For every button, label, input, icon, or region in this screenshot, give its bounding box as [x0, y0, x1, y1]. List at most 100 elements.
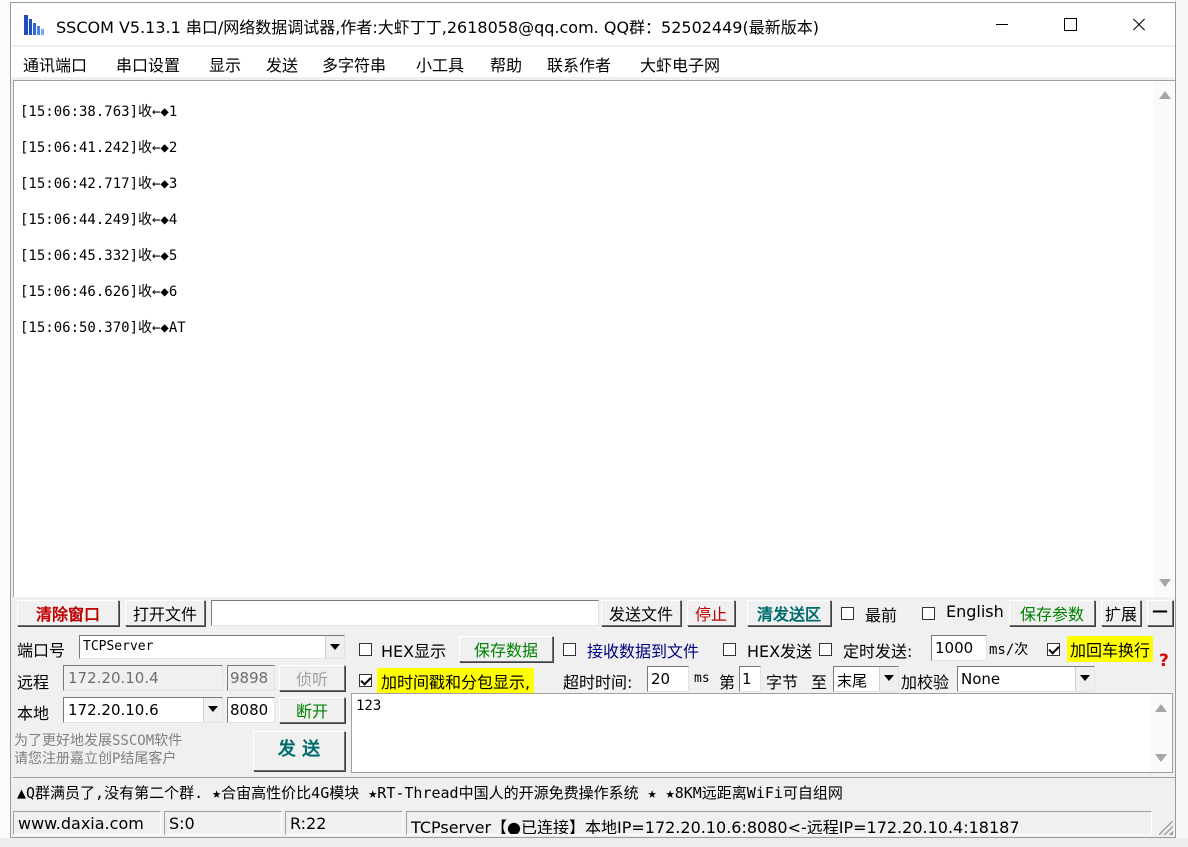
- menu-multi-string[interactable]: 多字符串: [322, 52, 386, 76]
- collapse-button[interactable]: —: [1147, 600, 1173, 626]
- desktop-background-right: [1175, 0, 1188, 847]
- remote-label: 远程: [17, 673, 50, 692]
- clear-send-button[interactable]: 清发送区: [747, 600, 831, 626]
- byte-index-input[interactable]: 1: [739, 666, 761, 692]
- hex-send-checkbox[interactable]: [723, 643, 736, 656]
- send-file-button[interactable]: 发送文件: [601, 600, 681, 626]
- port-select[interactable]: TCPServer: [79, 635, 345, 659]
- receive-line: [15:06:38.763]收←◆1: [20, 104, 178, 120]
- chevron-down-icon[interactable]: [203, 698, 222, 722]
- remote-port-input[interactable]: 9898: [227, 665, 275, 691]
- receive-area[interactable]: [15:06:38.763]收←◆1 [15:06:41.242]收←◆2 [1…: [13, 80, 1175, 597]
- menu-tools[interactable]: 小工具: [416, 52, 464, 76]
- local-ip-value: 172.20.10.6: [68, 701, 159, 719]
- local-label: 本地: [17, 704, 50, 723]
- help-icon[interactable]: ?: [1159, 651, 1169, 671]
- topmost-label: 最前: [865, 606, 898, 625]
- menu-daxia-site[interactable]: 大虾电子网: [640, 52, 720, 76]
- ticker-bar[interactable]: ▲Q群满员了,没有第二个群. ★合宙高性价比4G模块 ★RT-Thread中国人…: [13, 777, 1175, 806]
- status-connection: TCPserver【●已连接】本地IP=172.20.10.6:8080<-远程…: [406, 811, 1152, 835]
- desktop-background-left: [0, 0, 10, 847]
- menu-send[interactable]: 发送: [266, 52, 298, 76]
- send-scrollbar[interactable]: [1150, 694, 1172, 772]
- chevron-down-icon[interactable]: [1075, 667, 1094, 691]
- resize-grip-icon[interactable]: [1159, 821, 1173, 835]
- promo-text[interactable]: 为了更好地发展SSCOM软件 请您注册嘉立创P结尾客户: [14, 732, 182, 768]
- chevron-down-icon[interactable]: [879, 667, 898, 691]
- close-button[interactable]: [1115, 3, 1161, 45]
- menu-display[interactable]: 显示: [209, 52, 241, 76]
- menu-comm-port[interactable]: 通讯端口: [23, 52, 87, 76]
- topmost-checkbox[interactable]: [841, 607, 854, 620]
- chevron-down-icon[interactable]: [325, 636, 344, 658]
- menu-contact-author[interactable]: 联系作者: [547, 52, 611, 76]
- send-button[interactable]: 发 送: [253, 731, 345, 771]
- save-params-button[interactable]: 保存参数: [1009, 600, 1095, 626]
- recv-to-file-checkbox[interactable]: [563, 643, 576, 656]
- timeout-input[interactable]: 20: [647, 666, 689, 692]
- disconnect-button[interactable]: 断开: [279, 697, 345, 723]
- listen-button[interactable]: 侦听: [279, 665, 345, 691]
- hex-display-label: HEX显示: [381, 642, 447, 661]
- end-select[interactable]: 末尾: [833, 666, 899, 692]
- checksum-label: 加校验: [901, 673, 950, 692]
- english-checkbox[interactable]: [922, 607, 935, 620]
- title-bar[interactable]: SSCOM V5.13.1 串口/网络数据调试器,作者:大虾丁丁,2618058…: [11, 3, 1175, 45]
- maximize-button[interactable]: [1047, 3, 1093, 45]
- receive-line: [15:06:42.717]收←◆3: [20, 176, 178, 192]
- save-data-button[interactable]: 保存数据: [459, 636, 553, 662]
- hex-send-label: HEX发送: [747, 642, 813, 661]
- receive-line: [15:06:41.242]收←◆2: [20, 140, 178, 156]
- checksum-select[interactable]: None: [957, 666, 1095, 692]
- recv-to-file-label[interactable]: 接收数据到文件: [587, 638, 699, 662]
- status-website[interactable]: www.daxia.com: [13, 811, 161, 835]
- port-label: 端口号: [17, 641, 66, 660]
- status-bar: www.daxia.com S:0 R:22 TCPserver【●已连接】本地…: [11, 809, 1175, 837]
- local-ip-select[interactable]: 172.20.10.6: [63, 697, 223, 723]
- end-select-value: 末尾: [837, 672, 868, 690]
- clear-window-button[interactable]: 清除窗口: [17, 600, 119, 626]
- stop-button[interactable]: 停止: [687, 600, 735, 626]
- receive-scrollbar[interactable]: [1154, 81, 1175, 597]
- timeout-unit-label: ms: [694, 671, 710, 686]
- timeout-label: 超时时间:: [563, 673, 633, 692]
- byte-prefix-label: 第: [719, 673, 736, 692]
- receive-line: [15:06:50.370]收←◆AT: [20, 320, 186, 336]
- byte-label: 字节: [766, 673, 799, 692]
- sscom-window: SSCOM V5.13.1 串口/网络数据调试器,作者:大虾丁丁,2618058…: [10, 2, 1176, 838]
- status-received-count: R:22: [285, 811, 403, 835]
- checksum-select-value: None: [961, 670, 1001, 688]
- receive-line: [15:06:44.249]收←◆4: [20, 212, 178, 228]
- open-file-button[interactable]: 打开文件: [125, 600, 205, 626]
- scroll-down-arrow-icon[interactable]: [1159, 579, 1171, 587]
- desktop-background-bottom: [0, 838, 1188, 847]
- interval-unit-label: ms/次: [989, 642, 1029, 658]
- english-label: English: [946, 602, 1004, 621]
- menu-help[interactable]: 帮助: [490, 52, 522, 76]
- send-textarea[interactable]: 123: [351, 693, 1173, 773]
- remote-ip-input[interactable]: 172.20.10.4: [63, 665, 223, 691]
- minimize-button[interactable]: [979, 3, 1025, 45]
- interval-input[interactable]: 1000: [931, 635, 987, 661]
- local-port-input[interactable]: 8080: [227, 697, 275, 723]
- file-path-input[interactable]: [211, 600, 599, 626]
- port-select-value: TCPServer: [83, 639, 154, 654]
- menu-bar: 通讯端口 串口设置 显示 发送 多字符串 小工具 帮助 联系作者 大虾电子网: [11, 47, 1175, 77]
- hex-display-checkbox[interactable]: [359, 643, 372, 656]
- timestamp-label: 加时间戳和分包显示,: [377, 668, 535, 694]
- receive-line: [15:06:45.332]收←◆5: [20, 248, 178, 264]
- promo-line-1: 为了更好地发展SSCOM软件: [14, 733, 183, 749]
- add-crlf-checkbox[interactable]: [1047, 643, 1060, 656]
- menu-serial-settings[interactable]: 串口设置: [116, 52, 180, 76]
- timed-send-checkbox[interactable]: [819, 643, 832, 656]
- status-sent-count: S:0: [164, 811, 282, 835]
- window-title: SSCOM V5.13.1 串口/网络数据调试器,作者:大虾丁丁,2618058…: [56, 18, 819, 37]
- scroll-up-arrow-icon[interactable]: [1155, 704, 1167, 712]
- scroll-up-arrow-icon[interactable]: [1159, 91, 1171, 99]
- timed-send-label: 定时发送:: [843, 642, 913, 661]
- scroll-down-arrow-icon[interactable]: [1155, 754, 1167, 762]
- timestamp-checkbox[interactable]: [359, 674, 372, 687]
- send-text: 123: [356, 698, 382, 714]
- expand-button[interactable]: 扩展: [1101, 600, 1141, 626]
- promo-line-2: 请您注册嘉立创P结尾客户: [14, 751, 177, 767]
